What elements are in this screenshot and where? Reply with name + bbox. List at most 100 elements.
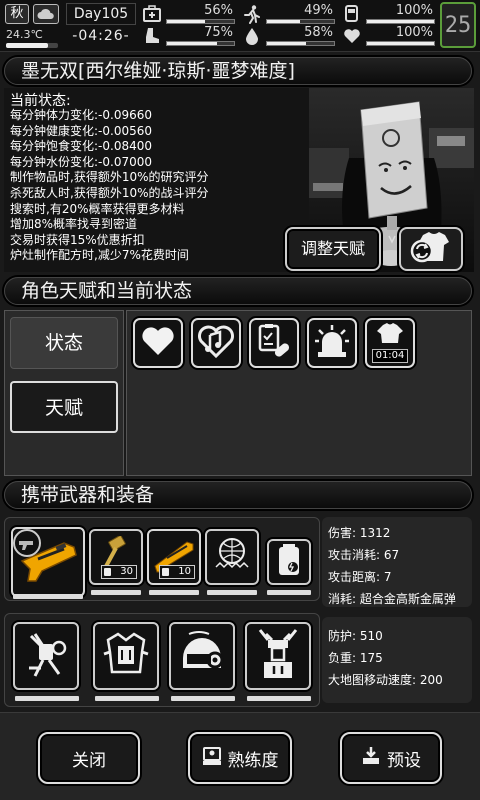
durability-bar [207,590,257,595]
stat-lines: 每分钟体力变化:-0.09660 每分钟健康变化:-0.00560 每分钟饱食变… [10,108,270,264]
season-indicator: 秋 [5,4,29,24]
adjust-talent-button[interactable]: 调整天赋 [285,227,381,271]
temperature-bar [6,43,58,48]
stat-line: 制作物品时,获得额外10%的研究评分 [10,170,209,185]
effect-timer-label: 01:04 [371,349,409,363]
stat-medkit: 56% [142,3,235,26]
armor-vest-icon [100,628,152,684]
gear-protection: 防护: 510 [328,629,383,643]
durability-bar [171,696,235,701]
download-box-icon [361,746,381,771]
weapon-damage: 伤害: 1312 [328,526,391,540]
stat-hygiene: 75% [142,25,235,48]
boot-icon [142,26,164,48]
proficiency-icon [202,746,222,771]
stat-line: 增加8%概率找寻到密道 [10,217,138,232]
weapon-info: 伤害: 1312 攻击消耗: 67 攻击距离: 7 消耗: 超合金高斯金属弹 [322,517,472,607]
change-outfit-button[interactable] [399,227,463,271]
pause-button[interactable]: 25 [440,2,476,48]
effect-outfit-timer[interactable]: 01:04 [365,318,415,368]
tab-status[interactable]: 状态 [10,317,118,369]
item-count: 10 [159,565,195,579]
durability-bar [91,590,141,595]
gear-info: 防护: 510 负重: 175 大地图移动速度: 200 [322,617,472,703]
weapon-attack-cost: 攻击消耗: 67 [328,548,400,562]
heart-icon [140,325,176,361]
stat-line: 炉灶制作配方时,减少7%花费时间 [10,248,189,263]
weapon-range: 攻击距离: 7 [328,570,392,584]
gear-slot-legs[interactable] [245,622,311,690]
effect-medicated[interactable] [249,318,299,368]
effect-alert[interactable] [307,318,357,368]
stat-line: 每分钟体力变化:-0.09660 [10,108,152,122]
durability-bar [13,594,83,599]
bottom-bar: 关闭 熟练度 预设 [0,712,480,800]
stat-line: 交易时获得15%优惠折扣 [10,232,145,247]
close-label: 关闭 [72,750,106,771]
status-bar: 秋 24.3℃ Day105 -04:26- 56% 49% 100% 75% [0,0,480,52]
item-count: 30 [101,565,137,579]
effect-happy[interactable] [191,318,241,368]
effect-healthy[interactable] [133,318,183,368]
durability-bar [247,696,311,701]
weapon-ammo: 消耗: 超合金高斯金属弹 [328,592,456,606]
stat-value: 49% [304,3,333,18]
medicine-icon [255,322,293,364]
stat-line: 杀死敌人时,获得额外10%的战斗评分 [10,185,209,200]
droplet-icon [242,26,264,48]
preset-label: 预设 [387,750,421,771]
disco-ball-icon [210,535,254,579]
proficiency-button[interactable]: 熟练度 [188,732,292,784]
heart-icon [342,26,364,48]
stat-stamina: 49% [242,3,335,26]
character-title: 墨无双[西尔维娅·琼斯·噩梦难度] [4,57,472,85]
close-button[interactable]: 关闭 [38,732,140,784]
tab-talent[interactable]: 天赋 [10,381,118,433]
gear-row [4,613,320,707]
stat-line: 搜索时,有20%概率获得更多材料 [10,201,185,216]
bowl-icon [342,4,364,26]
gun-badge-icon [13,529,41,557]
alarm-light-icon [313,322,351,364]
weather-cloud-icon [33,4,59,24]
proficiency-label: 熟练度 [227,750,279,771]
stat-line: 每分钟水份变化:-0.07000 [10,154,152,169]
gear-slot-armor[interactable] [93,622,159,690]
durability-bar [95,696,159,701]
durability-bar [267,590,311,595]
equipment-title: 携带武器和装备 [4,481,472,509]
gear-slot-jetpack[interactable] [13,622,79,690]
preset-button[interactable]: 预设 [340,732,442,784]
stat-value: 58% [304,25,333,40]
stat-value: 56% [204,3,233,18]
battery-pack-icon [273,543,305,581]
weapon-slot-blaster[interactable] [11,527,85,597]
stat-value: 100% [395,25,433,40]
stat-value: 75% [204,25,233,40]
weapon-slot-rifle[interactable]: 10 [147,529,201,585]
temperature-label: 24.3℃ [6,28,43,41]
robot-legs-icon [252,626,304,686]
game-clock: -04:26- [72,28,130,44]
gear-map-speed: 大地图移动速度: 200 [328,673,443,687]
gear-weight: 负重: 175 [328,651,383,665]
shirt-swap-icon [409,229,453,269]
stat-mood: 100% [342,25,435,48]
talent-tabs: 状态 天赋 [4,310,124,476]
weapon-slot-disco[interactable] [205,529,259,585]
weapon-slot-battery[interactable] [267,539,311,585]
day-counter: Day105 [66,3,136,25]
durability-bar [149,590,199,595]
gear-slot-helmet[interactable] [169,622,235,690]
weapon-slot-hammer[interactable]: 30 [89,529,143,585]
talents-title: 角色天赋和当前状态 [4,277,472,305]
music-heart-icon [196,323,236,363]
weapon-row: 30 10 [4,517,320,601]
stat-line: 每分钟饱食变化:-0.08400 [10,139,152,154]
jetpack-icon [21,628,71,684]
stat-line: 每分钟健康变化:-0.00560 [10,123,152,138]
medkit-icon [142,4,164,26]
stat-hunger: 100% [342,3,435,26]
runner-icon [242,4,264,26]
status-effects: 01:04 [126,310,472,476]
